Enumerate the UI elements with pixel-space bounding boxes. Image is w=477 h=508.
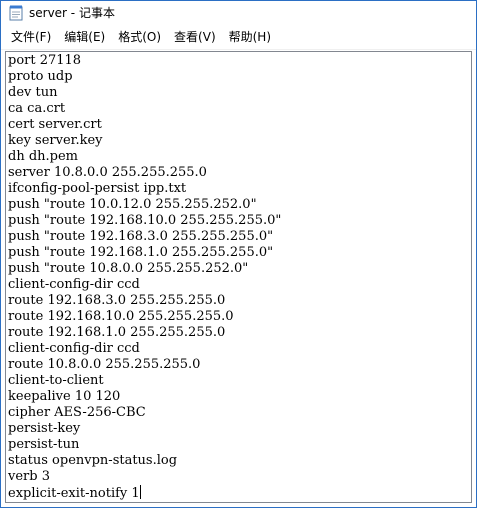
- text-line-content: explicit-exit-notify 1: [8, 486, 140, 501]
- text-line[interactable]: persist-key: [8, 421, 471, 437]
- text-line[interactable]: push "route 192.168.3.0 255.255.255.0": [8, 229, 471, 245]
- text-line-content: push "route 192.168.3.0 255.255.255.0": [8, 229, 274, 244]
- text-line[interactable]: push "route 192.168.10.0 255.255.255.0": [8, 213, 471, 229]
- text-line-content: proto udp: [8, 69, 73, 84]
- text-line-content: dh dh.pem: [8, 149, 78, 164]
- text-line[interactable]: push "route 10.0.12.0 255.255.252.0": [8, 197, 471, 213]
- text-line-content: route 192.168.3.0 255.255.255.0: [8, 293, 226, 308]
- text-line[interactable]: keepalive 10 120: [8, 389, 471, 405]
- text-line[interactable]: route 192.168.3.0 255.255.255.0: [8, 293, 471, 309]
- text-line-content: dev tun: [8, 85, 58, 100]
- text-line[interactable]: cert server.crt: [8, 117, 471, 133]
- text-line-content: push "route 192.168.1.0 255.255.255.0": [8, 245, 274, 260]
- text-line[interactable]: ifconfig-pool-persist ipp.txt: [8, 181, 471, 197]
- text-line-content: route 10.8.0.0 255.255.255.0: [8, 357, 201, 372]
- text-line-content: client-to-client: [8, 373, 104, 388]
- text-line-content: client-config-dir ccd: [8, 277, 140, 292]
- text-line[interactable]: route 10.8.0.0 255.255.255.0: [8, 357, 471, 373]
- text-line-content: push "route 10.8.0.0 255.255.252.0": [8, 261, 249, 276]
- text-line[interactable]: status openvpn-status.log: [8, 453, 471, 469]
- text-line-content: route 192.168.1.0 255.255.255.0: [8, 325, 226, 340]
- text-line-content: persist-key: [8, 421, 81, 436]
- text-line[interactable]: dh dh.pem: [8, 149, 471, 165]
- text-line[interactable]: explicit-exit-notify 1: [8, 485, 471, 501]
- text-line[interactable]: cipher AES-256-CBC: [8, 405, 471, 421]
- text-line[interactable]: dev tun: [8, 85, 471, 101]
- text-line[interactable]: ca ca.crt: [8, 101, 471, 117]
- text-line-content: route 192.168.10.0 255.255.255.0: [8, 309, 234, 324]
- text-line[interactable]: persist-tun: [8, 437, 471, 453]
- text-line-content: key server.key: [8, 133, 103, 148]
- text-line[interactable]: key server.key: [8, 133, 471, 149]
- text-line-content: status openvpn-status.log: [8, 453, 178, 468]
- text-line[interactable]: route 192.168.1.0 255.255.255.0: [8, 325, 471, 341]
- text-line-content: verb 3: [8, 469, 50, 484]
- text-line[interactable]: port 27118: [8, 53, 471, 69]
- notepad-window: server - 记事本 文件(F) 编辑(E) 格式(O) 查看(V) 帮助(…: [0, 0, 477, 508]
- editor-text[interactable]: port 27118 proto udp dev tun ca ca.crt cert …: [8, 53, 471, 502]
- text-line[interactable]: push "route 10.8.0.0 255.255.252.0": [8, 261, 471, 277]
- menu-format[interactable]: 格式(O): [112, 26, 167, 48]
- text-line[interactable]: client-config-dir ccd: [8, 277, 471, 293]
- text-line-content: client-config-dir ccd: [8, 341, 140, 356]
- text-line[interactable]: client-config-dir ccd: [8, 341, 471, 357]
- text-line-content: cert server.crt: [8, 117, 102, 132]
- notepad-icon: [9, 5, 23, 20]
- menu-edit[interactable]: 编辑(E): [58, 26, 111, 48]
- text-line-content: server 10.8.0.0 255.255.255.0: [8, 165, 207, 180]
- window-title: server - 记事本: [29, 6, 115, 20]
- text-line[interactable]: client-to-client: [8, 373, 471, 389]
- text-line-content: push "route 192.168.10.0 255.255.255.0": [8, 213, 282, 228]
- text-line-content: ca ca.crt: [8, 101, 66, 116]
- text-editor-area[interactable]: port 27118 proto udp dev tun ca ca.crt cert …: [5, 51, 472, 503]
- menu-view[interactable]: 查看(V): [168, 26, 222, 48]
- text-line[interactable]: route 192.168.10.0 255.255.255.0: [8, 309, 471, 325]
- text-line[interactable]: push "route 192.168.1.0 255.255.255.0": [8, 245, 471, 261]
- text-line[interactable]: server 10.8.0.0 255.255.255.0: [8, 165, 471, 181]
- menu-bar: 文件(F) 编辑(E) 格式(O) 查看(V) 帮助(H): [1, 24, 476, 50]
- text-line[interactable]: proto udp: [8, 69, 471, 85]
- title-bar[interactable]: server - 记事本: [1, 1, 476, 24]
- menu-file[interactable]: 文件(F): [5, 26, 57, 48]
- text-caret: [139, 485, 141, 499]
- text-line[interactable]: verb 3: [8, 469, 471, 485]
- menu-help[interactable]: 帮助(H): [223, 26, 277, 48]
- text-line-content: push "route 10.0.12.0 255.255.252.0": [8, 197, 257, 212]
- text-line-content: ifconfig-pool-persist ipp.txt: [8, 181, 187, 196]
- text-line-content: cipher AES-256-CBC: [8, 405, 146, 420]
- text-line-content: port 27118: [8, 53, 82, 68]
- text-line-content: persist-tun: [8, 437, 80, 452]
- text-line-content: keepalive 10 120: [8, 389, 121, 404]
